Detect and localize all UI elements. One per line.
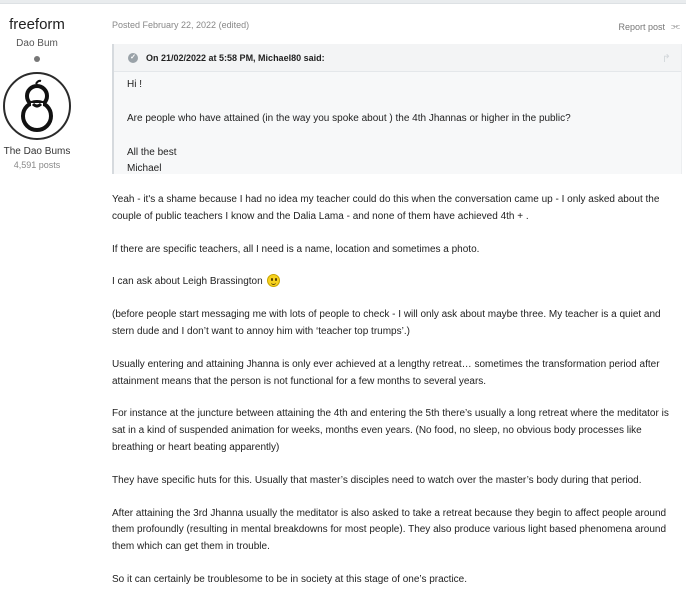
quote-line: Hi !	[127, 79, 142, 90]
avatar[interactable]	[3, 72, 71, 140]
post-date[interactable]: Posted February 22, 2022 (edited)	[112, 20, 249, 30]
post-paragraph: I can ask about Leigh Brassington	[112, 274, 684, 291]
post-paragraph: (before people start messaging me with l…	[112, 309, 661, 337]
share-icon[interactable]: ⫘	[671, 21, 680, 32]
quote-body: Hi ! Are people who have attained (in th…	[114, 78, 681, 176]
quote-header-text: On 21/02/2022 at 5:58 PM, Michael80 said…	[146, 52, 325, 63]
quote-line: Are people who have attained (in the way…	[127, 113, 571, 124]
author-post-count: 4,591 posts	[13, 160, 61, 170]
author-group: The Dao Bums	[3, 146, 71, 157]
post-paragraph: Usually entering and attaining Jhanna is…	[112, 358, 660, 387]
chevron-check-icon: ✓	[128, 52, 138, 63]
post-paragraph: So it can certainly be troublesome to be…	[112, 573, 468, 585]
quote-line: All the best	[127, 147, 177, 158]
author-name[interactable]: freeform	[0, 16, 74, 34]
post-paragraph-text: I can ask about Leigh Brassington	[112, 276, 263, 288]
post-paragraph: They have specific huts for this. Usuall…	[112, 474, 642, 486]
gourd-logo-icon	[21, 79, 53, 132]
post-actions: Report post ⫘	[618, 21, 680, 32]
quote-block: ✓ On 21/02/2022 at 5:58 PM, Michael80 sa…	[112, 44, 682, 174]
post-content: Yeah - it's a shame because I had no ide…	[112, 192, 684, 589]
quote-share-icon[interactable]: ↱	[662, 52, 671, 65]
report-post-link[interactable]: Report post	[618, 22, 665, 32]
quote-line: Michael	[127, 163, 162, 174]
author-rank: Dao Bum	[16, 38, 58, 49]
post-paragraph: Yeah - it's a shame because I had no ide…	[112, 194, 660, 222]
online-status-dot	[34, 56, 40, 62]
top-divider	[0, 0, 686, 4]
post-paragraph: If there are specific teachers, all I ne…	[112, 243, 480, 255]
quote-citation[interactable]: ✓ On 21/02/2022 at 5:58 PM, Michael80 sa…	[114, 44, 681, 72]
smiley-icon	[267, 274, 281, 288]
post-paragraph: After attaining the 3rd Jhanna usually t…	[112, 507, 667, 553]
post-paragraph: For instance at the juncture between att…	[112, 408, 669, 453]
author-panel: freeform Dao Bum The Dao Bums 4,591 post…	[0, 16, 74, 171]
